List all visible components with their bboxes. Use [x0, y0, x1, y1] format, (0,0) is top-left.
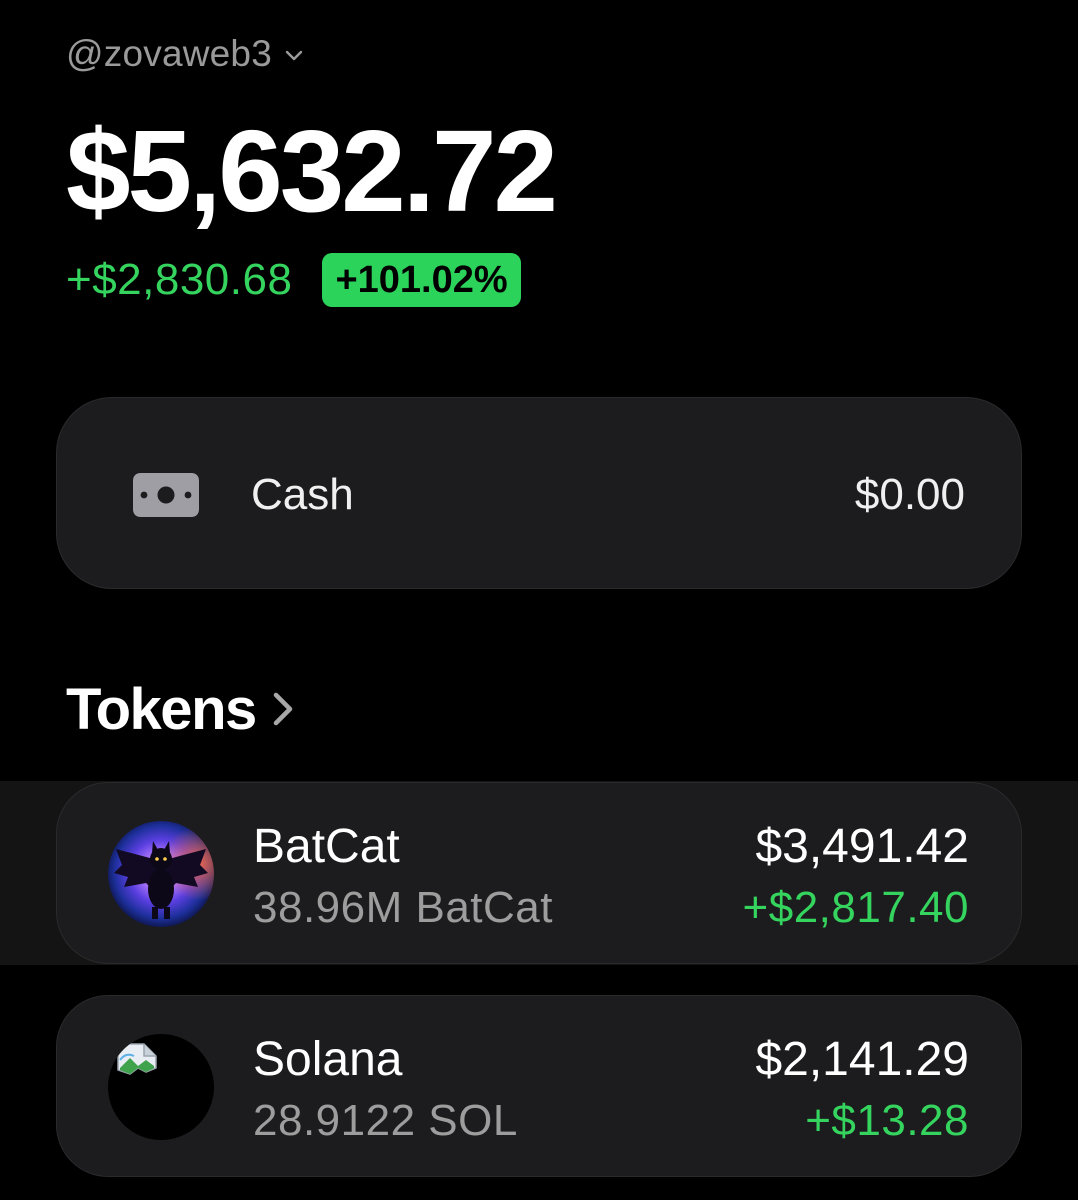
- token-row-batcat[interactable]: BatCat 38.96M BatCat $3,491.42 +$2,817.4…: [56, 782, 1022, 964]
- batcat-avatar: [108, 821, 214, 927]
- tokens-title: Tokens: [66, 676, 257, 742]
- token-amount: 38.96M BatCat: [253, 883, 553, 932]
- pnl-amount: +$2,830.68: [66, 255, 293, 304]
- cash-label: Cash: [251, 470, 354, 519]
- pnl-percent-badge: +101.02%: [322, 253, 521, 307]
- pnl-row: +$2,830.68 +101.02%: [66, 252, 521, 308]
- tokens-section-header[interactable]: Tokens: [66, 676, 296, 742]
- token-name: BatCat: [253, 820, 400, 873]
- token-change: +$13.28: [805, 1096, 969, 1145]
- cash-value: $0.00: [854, 470, 965, 519]
- account-handle: @zovaweb3: [66, 33, 272, 74]
- solana-avatar: [108, 1034, 214, 1140]
- account-switcher[interactable]: @zovaweb3: [66, 30, 304, 78]
- cash-card[interactable]: Cash $0.00: [56, 397, 1022, 589]
- portfolio-balance: $5,632.72: [66, 106, 558, 236]
- token-value: $2,141.29: [755, 1033, 969, 1086]
- token-row-solana[interactable]: Solana 28.9122 SOL $2,141.29 +$13.28: [56, 995, 1022, 1177]
- token-change: +$2,817.40: [742, 883, 969, 932]
- token-name: Solana: [253, 1033, 403, 1086]
- broken-image-icon: [117, 1043, 157, 1075]
- cash-icon: [133, 473, 199, 517]
- token-value: $3,491.42: [755, 820, 969, 873]
- chevron-right-icon: [273, 692, 293, 726]
- token-amount: 28.9122 SOL: [253, 1096, 518, 1145]
- chevron-down-icon: [285, 50, 303, 61]
